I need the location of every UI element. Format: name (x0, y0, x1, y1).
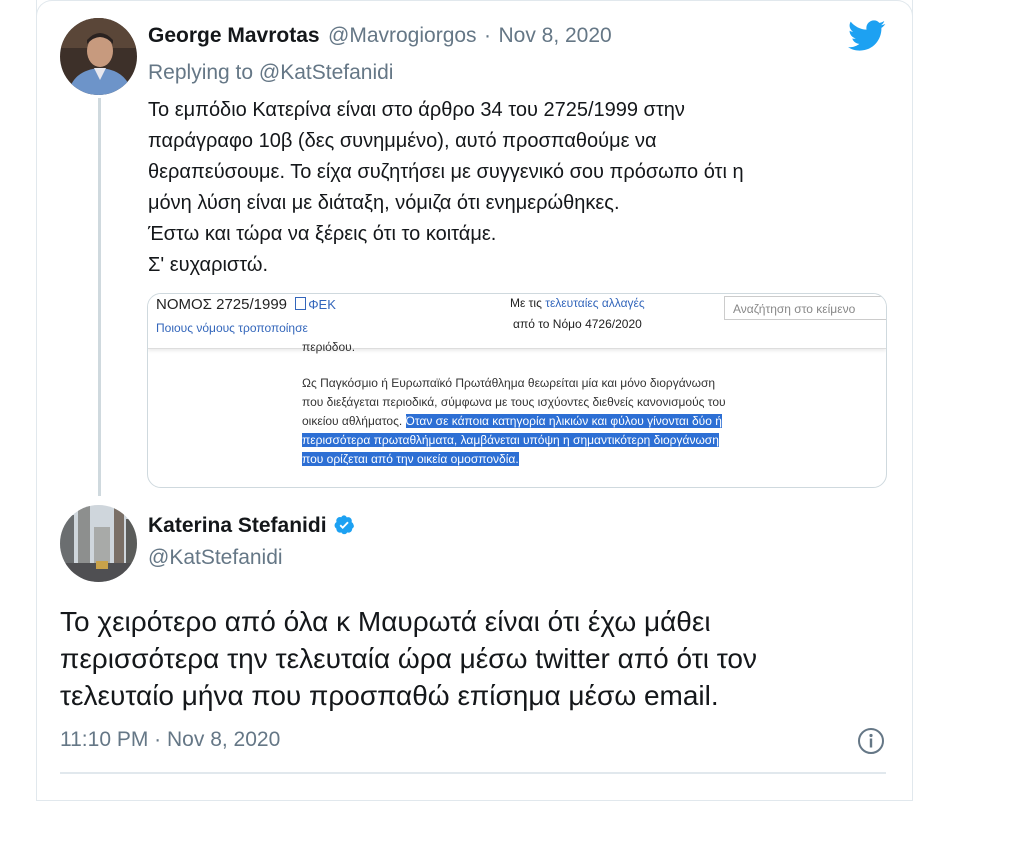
tweet1-header: George Mavrotas @Mavrogiorgos · Nov 8, 2… (148, 24, 612, 48)
author-name[interactable]: Katerina Stefanidi (148, 514, 327, 537)
changes-sub: από το Νόμο 4726/2020 (513, 317, 642, 331)
avatar-george-mavrotas[interactable] (60, 18, 137, 95)
tweet-timestamp[interactable]: 11:10 PM · Nov 8, 2020 (60, 728, 280, 752)
tweet-text-line: παράγραφο 10β (δες συνημμένο), αυτό προσ… (148, 130, 657, 152)
author-name[interactable]: George Mavrotas (148, 24, 320, 47)
fek-link[interactable]: ΦΕΚ (295, 297, 336, 312)
tweet-text-line: θεραπεύσουμε. Το είχα συζητήσει με συγγε… (148, 161, 744, 183)
amended-laws-link[interactable]: Ποιους νόμους τροποποίησε (156, 321, 308, 335)
changes-info: Με τις τελευταίες αλλαγές (510, 296, 645, 310)
tweet1-text: Το εμπόδιο Κατερίνα είναι στο άρθρο 34 τ… (148, 95, 878, 281)
tweet-text-line: περισσότερα την τελευταία ώρα μέσω twitt… (60, 643, 757, 674)
highlighted-text: περισσότερα πρωταθλήματα, λαμβάνεται υπό… (302, 433, 719, 447)
highlighted-text: που ορίζεται από την οικεία ομοσπονδία. (302, 452, 519, 466)
replying-prefix: Replying to (148, 61, 259, 84)
thread-connector-line (98, 98, 101, 496)
avatar-katerina-stefanidi[interactable] (60, 505, 137, 582)
tweet-text-line: Το χειρότερο από όλα κ Μαυρωτά είναι ότι… (60, 606, 711, 637)
twitter-bird-icon[interactable] (848, 20, 886, 52)
attached-image[interactable]: ΝΟΜΟΣ 2725/1999 ΦΕΚ Ποιους νόμους τροποπ… (147, 293, 887, 488)
separator-dot: · (484, 24, 492, 47)
law-header-bar: ΝΟΜΟΣ 2725/1999 ΦΕΚ Ποιους νόμους τροποπ… (148, 294, 886, 349)
latest-changes-link[interactable]: τελευταίες αλλαγές (545, 296, 644, 310)
tweet2-header: Katerina Stefanidi (148, 514, 355, 538)
replying-to-handle-link[interactable]: @KatStefanidi (259, 61, 394, 84)
tweet-text-line: Έστω και τώρα να ξέρεις ότι το κοιτάμε. (148, 223, 497, 245)
tweet-text-line: Το εμπόδιο Κατερίνα είναι στο άρθρο 34 τ… (148, 99, 685, 121)
tweet-text-line: Σ' ευχαριστώ. (148, 254, 269, 276)
document-icon (295, 297, 307, 310)
document-paragraph: Ως Παγκόσμιο ή Ευρωπαϊκό Πρωτάθλημα θεωρ… (302, 376, 726, 466)
info-icon[interactable] (856, 726, 886, 756)
author-handle[interactable]: @KatStefanidi (148, 546, 283, 570)
tweet2-text: Το χειρότερο από όλα κ Μαυρωτά είναι ότι… (60, 603, 886, 714)
author-handle[interactable]: @Mavrogiorgos (328, 24, 477, 47)
replying-to-line: Replying to @KatStefanidi (148, 61, 393, 85)
tweet-text-line: τελευταίο μήνα που προσπαθώ επίσημα μέσω… (60, 680, 719, 711)
verified-badge-icon (333, 514, 355, 536)
highlighted-text: Όταν σε κάποια κατηγορία ηλικιών και φύλ… (405, 414, 722, 428)
document-search-input[interactable]: Αναζήτηση στο κείμενο (724, 296, 886, 320)
law-title: ΝΟΜΟΣ 2725/1999 ΦΕΚ (156, 296, 336, 313)
tweet-text-line: μόνη λύση είναι με διάταξη, νόμιζα ότι ε… (148, 192, 620, 214)
divider (60, 772, 886, 774)
tweet-date[interactable]: Nov 8, 2020 (498, 24, 611, 47)
document-cut-line: περιόδου. (302, 340, 356, 354)
